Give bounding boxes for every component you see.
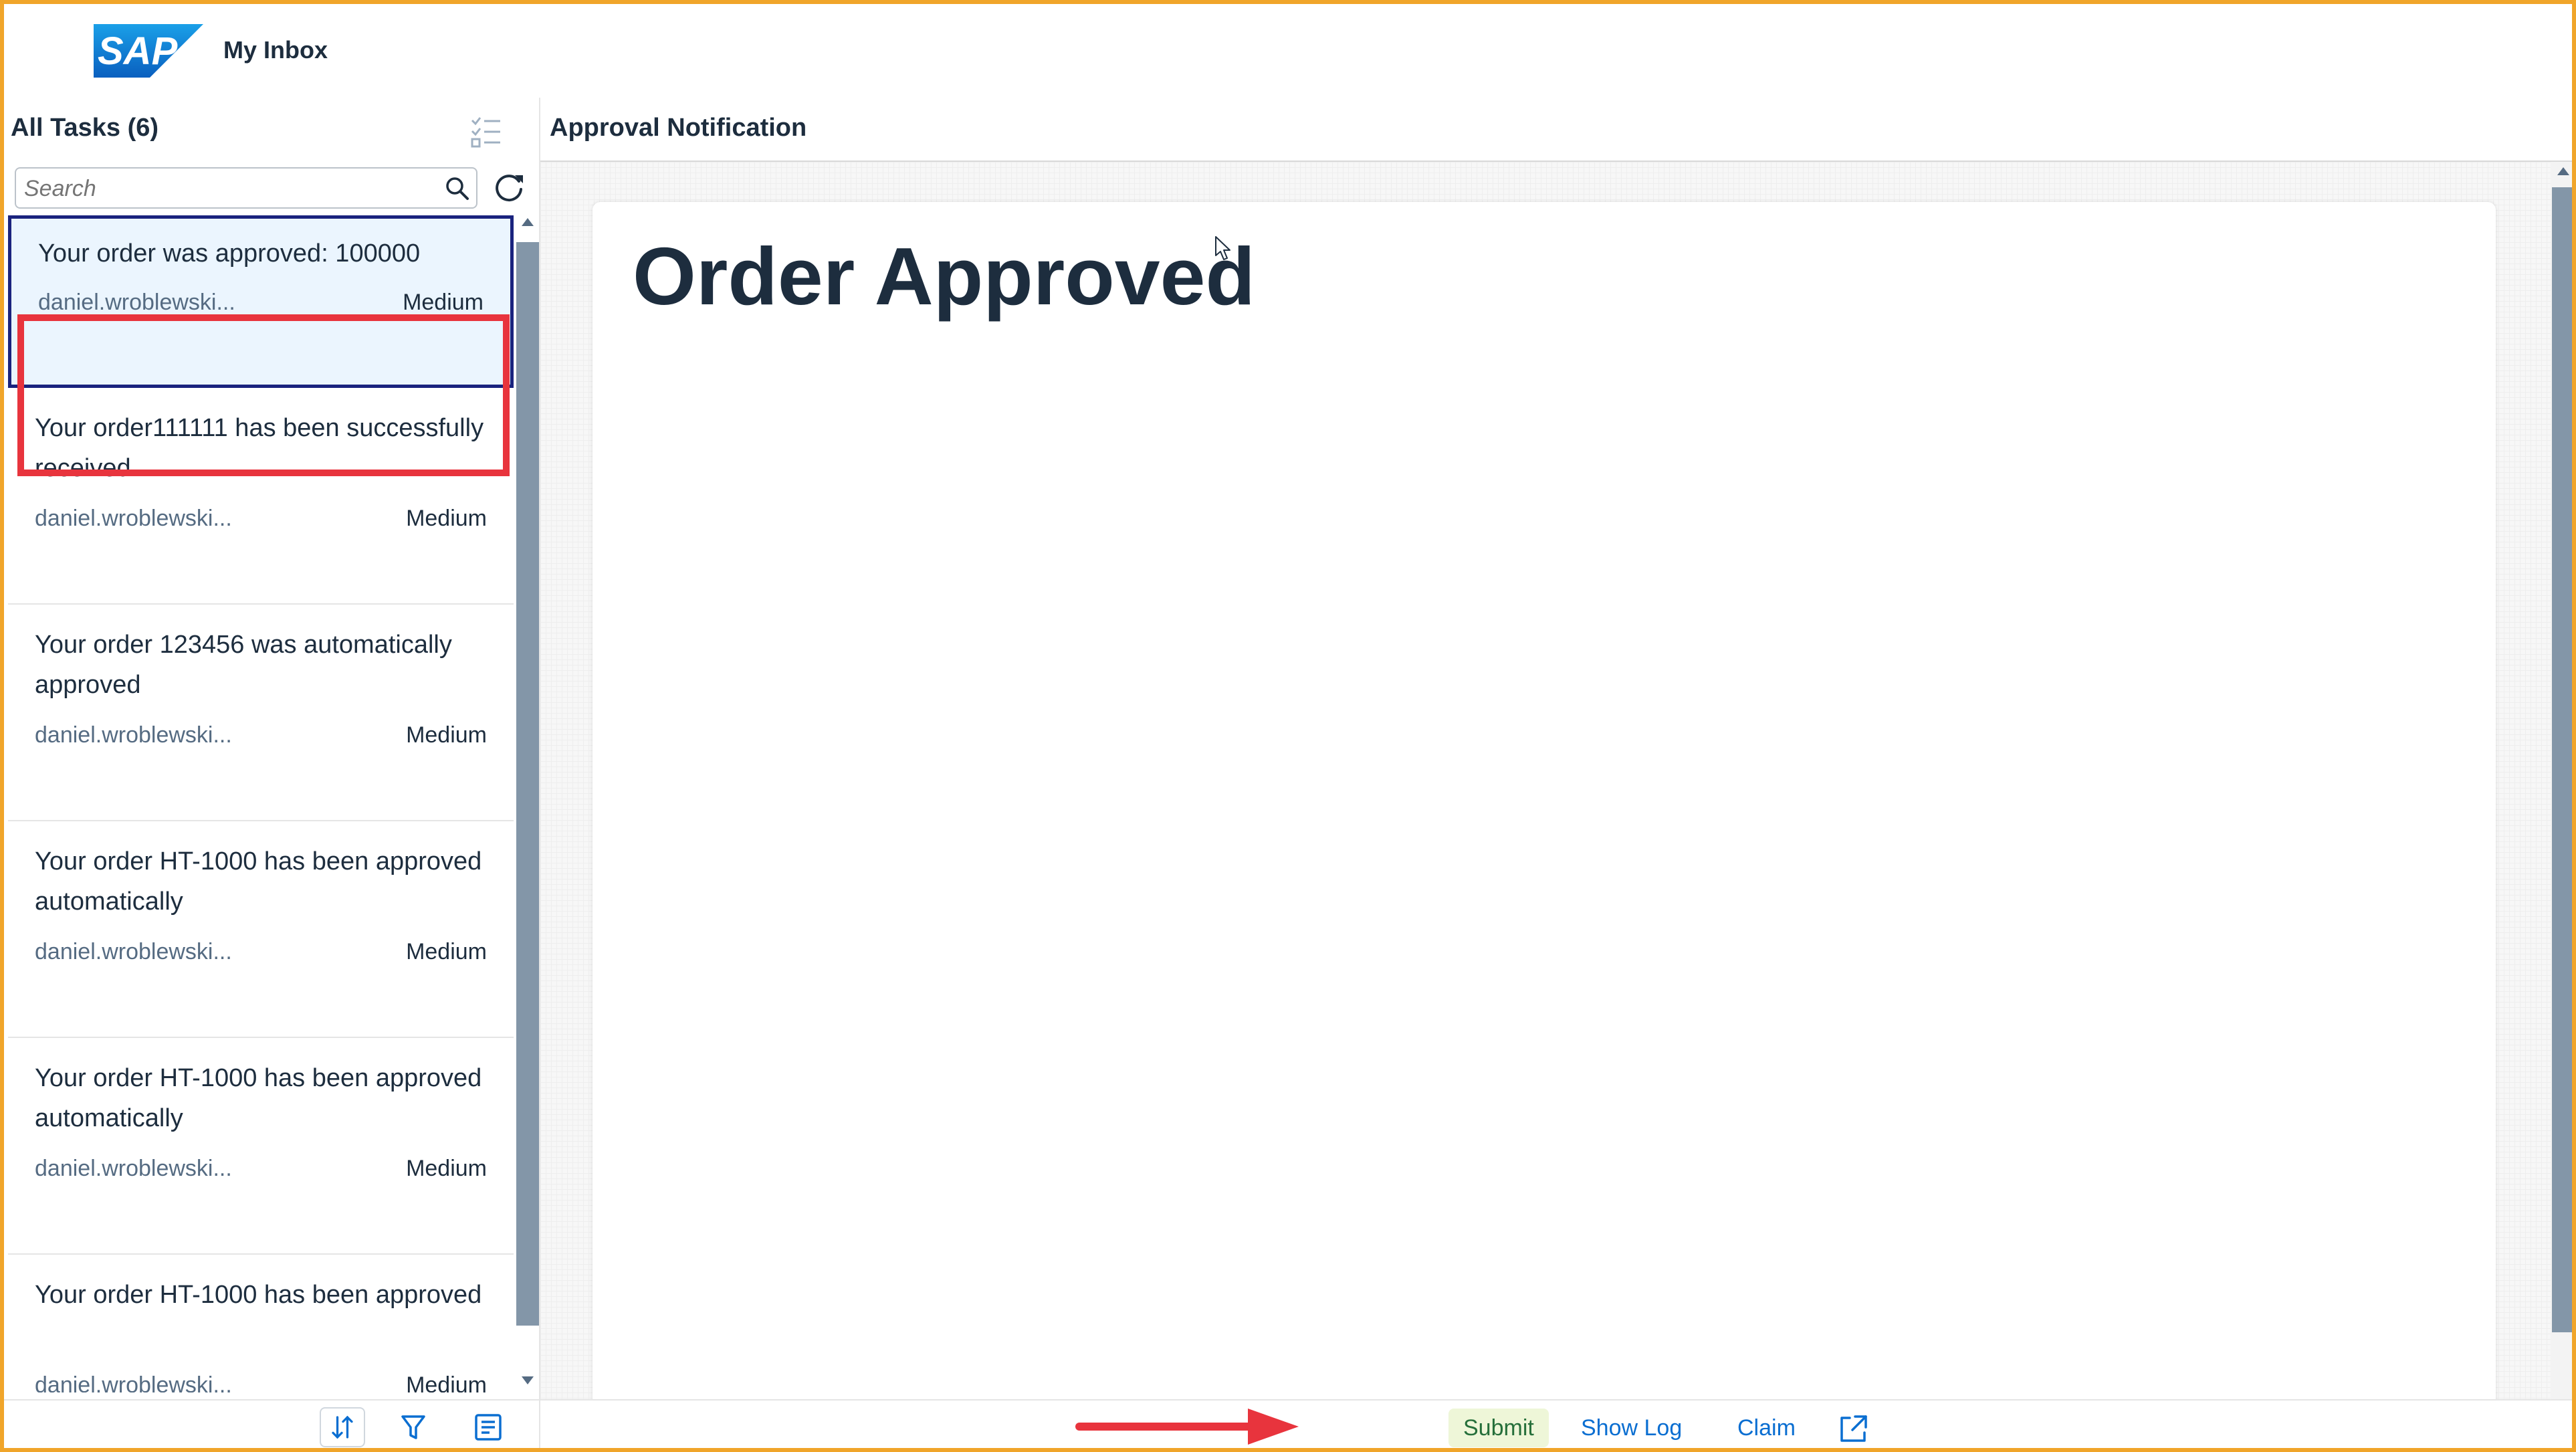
detail-pane: Approval Notification Order Approved Sub… xyxy=(540,98,2572,1448)
task-priority: Medium xyxy=(406,939,487,964)
claim-button[interactable]: Claim xyxy=(1723,1409,1810,1447)
mouse-cursor-icon xyxy=(1215,236,1230,260)
group-icon[interactable] xyxy=(465,1407,511,1447)
task-title: Your order HT-1000 has been approved aut… xyxy=(35,847,482,916)
task-item-3[interactable]: Your order 123456 was automatically appr… xyxy=(8,605,514,821)
task-title: Your order HT-1000 has been approved xyxy=(35,1281,482,1309)
task-list: Your order was approved: 100000 daniel.w… xyxy=(8,215,514,1392)
detail-content: Order Approved xyxy=(540,162,2551,1406)
task-creator: daniel.wroblewski... xyxy=(38,290,235,315)
task-creator: daniel.wroblewski... xyxy=(35,939,232,964)
order-heading: Order Approved xyxy=(633,231,1255,322)
search-input[interactable] xyxy=(23,173,427,205)
detail-footer: Submit Show Log Claim xyxy=(540,1399,2572,1448)
show-log-button[interactable]: Show Log xyxy=(1566,1409,1697,1447)
detail-title: Approval Notification xyxy=(550,114,807,142)
scrollbar-thumb[interactable] xyxy=(516,242,539,1326)
scroll-down-icon[interactable] xyxy=(522,1376,534,1384)
app-window: SAP My Inbox All Tasks (6) Search Your o… xyxy=(0,0,2576,1452)
scroll-up-icon[interactable] xyxy=(522,218,534,226)
refresh-icon[interactable] xyxy=(488,167,530,209)
task-priority: Medium xyxy=(406,1156,487,1181)
task-item-1[interactable]: Your order was approved: 100000 daniel.w… xyxy=(8,215,514,388)
filter-icon[interactable] xyxy=(391,1407,436,1447)
task-item-5[interactable]: Your order HT-1000 has been approved aut… xyxy=(8,1038,514,1255)
app-title: My Inbox xyxy=(223,36,328,64)
detail-header: Approval Notification xyxy=(540,98,2572,162)
submit-button[interactable]: Submit xyxy=(1448,1409,1549,1447)
task-creator: daniel.wroblewski... xyxy=(35,1372,232,1392)
task-item-2[interactable]: Your order111111 has been successfully r… xyxy=(8,388,514,605)
logo-text: SAP xyxy=(98,29,178,73)
task-title: Your order111111 has been successfully r… xyxy=(35,414,484,482)
shell-bar: SAP My Inbox xyxy=(4,4,2572,98)
task-title: Your order was approved: 100000 xyxy=(38,239,421,268)
multiselect-icon[interactable] xyxy=(465,111,507,152)
task-list-scrollbar[interactable] xyxy=(516,218,539,1402)
search-field[interactable] xyxy=(15,167,477,209)
task-item-4[interactable]: Your order HT-1000 has been approved aut… xyxy=(8,821,514,1038)
task-creator: daniel.wroblewski... xyxy=(35,722,232,748)
task-list-title: All Tasks (6) xyxy=(11,114,159,142)
scroll-up-icon[interactable] xyxy=(2557,167,2569,175)
arrow-annotation xyxy=(1075,1409,1299,1445)
search-icon[interactable] xyxy=(444,175,471,202)
task-priority: Medium xyxy=(406,722,487,748)
detail-scrollbar[interactable] xyxy=(2551,162,2572,1399)
task-item-6[interactable]: Your order HT-1000 has been approved dan… xyxy=(8,1255,514,1392)
open-in-new-icon[interactable] xyxy=(1834,1410,1872,1447)
task-title: Your order 123456 was automatically appr… xyxy=(35,631,452,699)
task-creator: daniel.wroblewski... xyxy=(35,506,232,531)
task-title: Your order HT-1000 has been approved aut… xyxy=(35,1064,482,1132)
sort-icon[interactable] xyxy=(320,1407,365,1447)
scrollbar-thumb[interactable] xyxy=(2552,187,2572,1332)
task-priority: Medium xyxy=(403,290,484,315)
task-priority: Medium xyxy=(406,506,487,531)
task-list-footer xyxy=(4,1399,539,1448)
task-creator: daniel.wroblewski... xyxy=(35,1156,232,1181)
sap-logo[interactable]: SAP xyxy=(94,24,203,78)
task-priority: Medium xyxy=(406,1372,487,1392)
task-list-pane: All Tasks (6) Your order wa xyxy=(4,98,540,1448)
content-card: Order Approved xyxy=(593,202,2496,1406)
